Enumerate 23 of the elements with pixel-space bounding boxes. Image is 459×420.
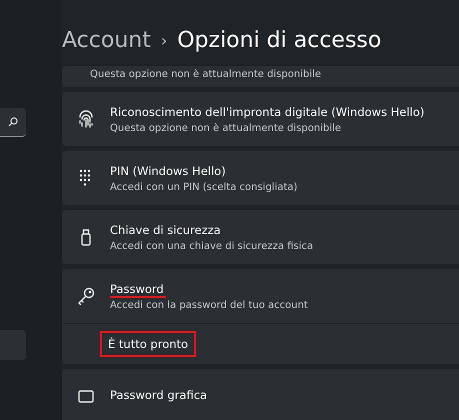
option-title: Riconoscimento dell'impronta digitale (Windows Hello): [110, 104, 426, 120]
search-icon: [8, 117, 18, 127]
option-description: Questa opzione non è attualmente disponibile: [110, 122, 342, 134]
sign-in-option-card[interactable]: Questa opzione non è attualmente disponibile: [62, 66, 459, 87]
option-title: Password grafica: [110, 388, 208, 404]
sign-in-option-card[interactable]: PIN (Windows Hello) Accedi con un PIN (scelta consigliata): [62, 151, 459, 205]
option-title: Password: [110, 282, 166, 298]
key-icon: [76, 286, 96, 306]
option-title: PIN (Windows Hello): [110, 164, 227, 180]
option-description: Accedi con un PIN (scelta consigliata): [110, 182, 298, 192]
status-text: È tutto pronto: [100, 331, 196, 357]
option-description: Questa opzione non è attualmente disponibile: [90, 69, 322, 80]
option-title: Chiave di sicurezza: [110, 222, 222, 238]
page-title: Opzioni di accesso: [177, 28, 382, 52]
sign-in-option-card[interactable]: Password grafica: [62, 369, 459, 420]
sign-in-option-card[interactable]: Riconoscimento dell'impronta digitale (Windows Hello) Questa opzione non è attualmente disponibile: [62, 92, 459, 146]
sign-in-option-card[interactable]: Chiave di sicurezza Accedi con una chiave di sicurezza fisica: [62, 210, 459, 264]
breadcrumb-parent[interactable]: Account: [62, 28, 151, 52]
breadcrumb-separator: ›: [160, 30, 168, 50]
option-description: Accedi con una chiave di sicurezza fisica: [110, 240, 314, 252]
sign-in-option-card[interactable]: Password Accedi con la password del tuo account È tutto pronto: [62, 269, 459, 364]
search-field[interactable]: [0, 108, 26, 137]
option-description: Accedi con la password del tuo account: [110, 300, 308, 310]
